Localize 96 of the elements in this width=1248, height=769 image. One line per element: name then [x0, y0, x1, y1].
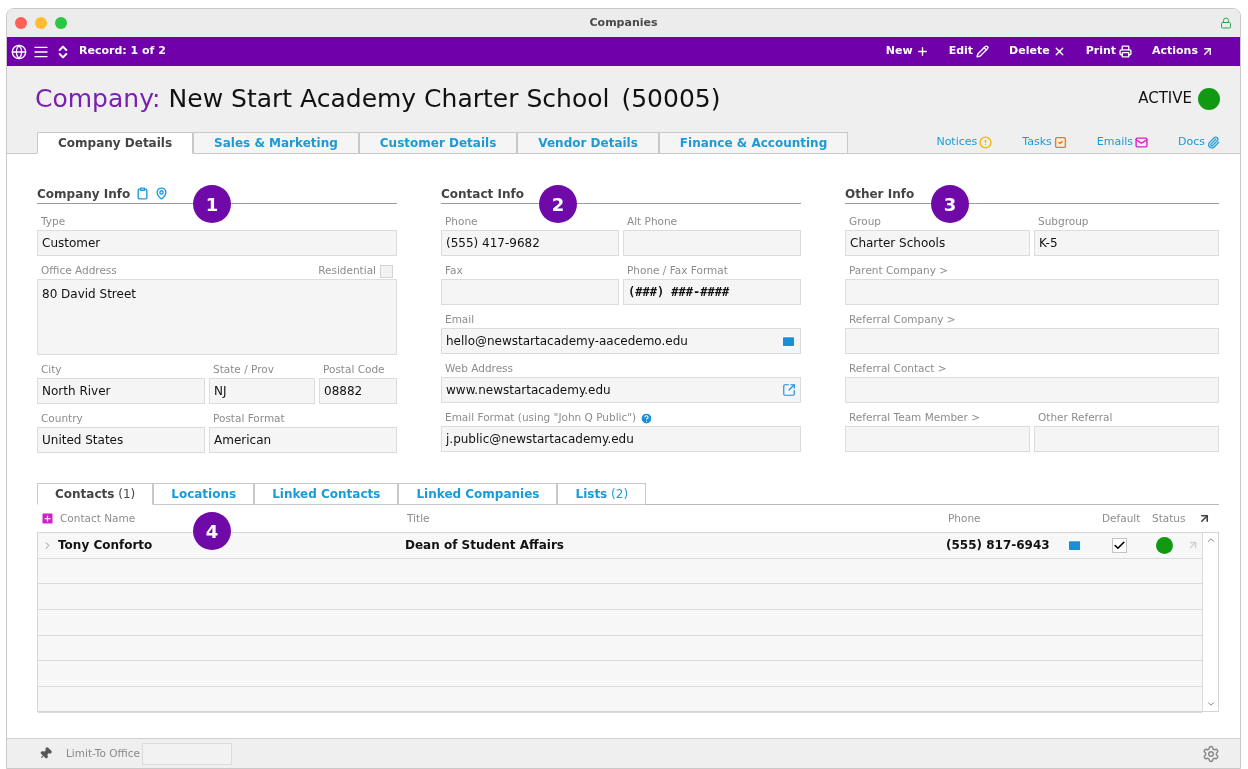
- input-field[interactable]: j.public@newstartacademy.edu: [441, 426, 801, 452]
- close-button[interactable]: [15, 17, 27, 29]
- field-label: Country: [41, 411, 83, 427]
- external-link-icon[interactable]: [782, 383, 796, 397]
- globe-icon[interactable]: [11, 43, 27, 60]
- field-label: Group: [849, 214, 881, 230]
- settings-icon[interactable]: [1202, 744, 1220, 763]
- input-field[interactable]: 80 David Street: [37, 279, 397, 355]
- toolbar-button[interactable]: New: [885, 43, 929, 60]
- input-field[interactable]: [845, 426, 1030, 452]
- toolbar-button[interactable]: Edit: [948, 43, 990, 60]
- map-pin-icon[interactable]: [155, 187, 169, 200]
- column-header: Title: [407, 510, 431, 526]
- input-field[interactable]: American: [209, 427, 397, 453]
- field-label: Alt Phone: [627, 214, 678, 230]
- column-header: Phone: [948, 510, 982, 526]
- plus-icon: [915, 45, 929, 58]
- input-field[interactable]: (555) 417-9682: [441, 230, 619, 256]
- section-title: Other Info: [845, 185, 915, 203]
- callout-badge: 2: [539, 185, 577, 223]
- field-label: Postal Code: [323, 362, 385, 378]
- input-field[interactable]: [845, 328, 1219, 354]
- checkbox-label: Residential: [318, 263, 376, 279]
- scroll-down-icon[interactable]: [1205, 699, 1216, 709]
- record-type-label: Company:: [35, 82, 161, 115]
- paperclip-icon: [1207, 135, 1220, 149]
- input-field[interactable]: 08882: [319, 378, 397, 404]
- toolbar-button[interactable]: Actions: [1152, 43, 1214, 60]
- field-label: Web Address: [445, 361, 514, 377]
- toolbar-button[interactable]: Delete: [1009, 43, 1066, 60]
- callout-badge: 3: [931, 185, 969, 223]
- input-field[interactable]: North River: [37, 378, 205, 404]
- scrollbar[interactable]: [1202, 533, 1218, 711]
- status-label: ACTIVE: [1138, 88, 1192, 110]
- help-icon[interactable]: [640, 411, 654, 425]
- arrow-icon[interactable]: [1198, 512, 1211, 525]
- record-counter: Record: 1 of 2: [79, 43, 166, 60]
- section-title: Company Info: [37, 185, 131, 203]
- company-name: New Start Academy Charter School: [168, 82, 610, 115]
- field-label: Referral Team Member >: [849, 410, 980, 426]
- checkbox-icon: [1053, 135, 1067, 149]
- column-header: Contact Name: [60, 510, 136, 526]
- field-label: Other Referral: [1038, 410, 1113, 426]
- field-label: Phone / Fax Format: [627, 263, 728, 279]
- column-header: Status: [1152, 510, 1187, 526]
- zoom-button[interactable]: [55, 17, 67, 29]
- callout-badge: 4: [193, 512, 231, 550]
- input-field[interactable]: hello@newstartacademy-aacedemo.edu: [441, 328, 801, 354]
- field-label: City: [41, 362, 62, 378]
- input-field[interactable]: United States: [37, 427, 205, 453]
- contact-phone: (555) 817-6943: [946, 537, 1051, 555]
- input-field[interactable]: Charter Schools: [845, 230, 1030, 256]
- input-field[interactable]: www.newstartacademy.edu: [441, 377, 801, 403]
- input-field[interactable]: [845, 279, 1219, 305]
- field-label: Fax: [445, 263, 463, 279]
- field-label: Referral Contact >: [849, 361, 947, 377]
- contact-title: Dean of Student Affairs: [405, 537, 565, 555]
- scroll-up-icon[interactable]: [1205, 535, 1216, 545]
- checkbox[interactable]: [380, 264, 393, 278]
- input-field[interactable]: [623, 230, 801, 256]
- add-icon[interactable]: [40, 511, 55, 526]
- field-label: Type: [41, 214, 66, 230]
- field-label: Email: [445, 312, 475, 328]
- input-field[interactable]: [1034, 426, 1219, 452]
- input-field[interactable]: [441, 279, 619, 305]
- input-field[interactable]: [845, 377, 1219, 403]
- contact-name: Tony Conforto: [58, 537, 153, 555]
- field-label: Limit-To Office: [66, 745, 140, 761]
- default-checkbox[interactable]: [1111, 537, 1127, 553]
- field-label: Referral Company >: [849, 312, 956, 328]
- pencil-icon: [976, 45, 990, 58]
- section-title: Contact Info: [441, 185, 524, 203]
- field-label: Email Format (using "John Q Public"): [445, 410, 637, 426]
- field-label: State / Prov: [213, 362, 274, 378]
- input-field[interactable]: (###) ###-####: [623, 279, 801, 305]
- input-field[interactable]: K-5: [1034, 230, 1219, 256]
- printer-icon: [1119, 45, 1132, 58]
- minimize-button[interactable]: [35, 17, 47, 29]
- company-number: (50005): [621, 82, 721, 115]
- alert-icon: [979, 135, 993, 149]
- field-label: Phone: [445, 214, 478, 230]
- clipboard-icon[interactable]: [136, 187, 150, 200]
- window-title: Companies: [589, 14, 658, 31]
- field-label: Parent Company >: [849, 263, 949, 279]
- column-header: Default: [1102, 510, 1142, 526]
- toolbar-button[interactable]: Print: [1085, 43, 1132, 60]
- field-label: Subgroup: [1038, 214, 1089, 230]
- field-label: Postal Format: [213, 411, 285, 427]
- tab[interactable]: Contacts (1): [37, 483, 154, 505]
- tab[interactable]: Company Details: [37, 132, 194, 154]
- callout-badge: 1: [193, 185, 231, 223]
- input-field[interactable]: Customer: [37, 230, 397, 256]
- input-field[interactable]: NJ: [209, 378, 315, 404]
- lock-icon: [1220, 17, 1232, 29]
- field-label: Office Address: [41, 263, 117, 279]
- arrow-icon: [1201, 45, 1214, 58]
